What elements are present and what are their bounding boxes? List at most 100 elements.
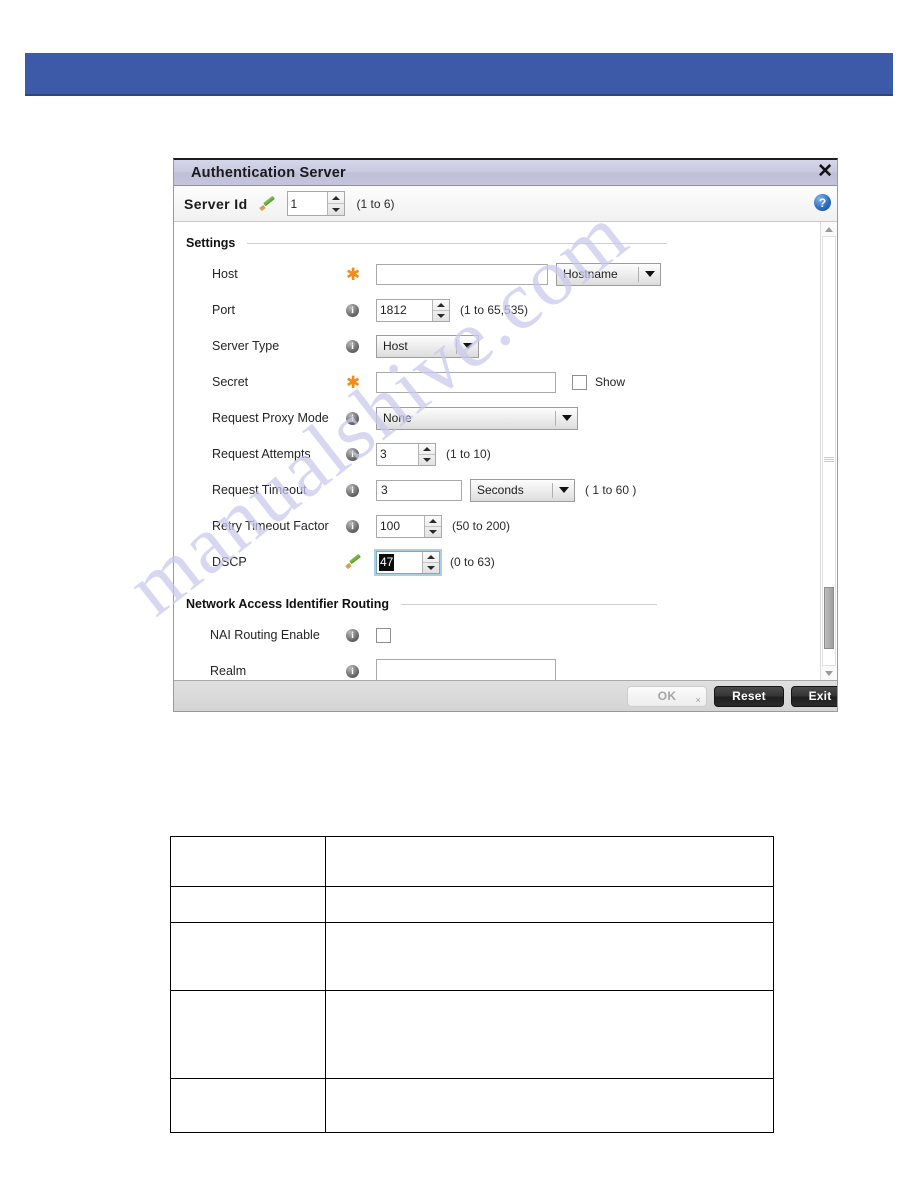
chevron-down-icon[interactable] — [553, 487, 574, 493]
port-stepper[interactable] — [376, 298, 450, 322]
close-icon[interactable]: ✕ — [817, 161, 833, 183]
table-row — [170, 990, 774, 1079]
port-spin-buttons[interactable] — [432, 299, 449, 321]
retry-timeout-factor-range-hint: (50 to 200) — [452, 519, 511, 533]
reference-table-body — [170, 836, 774, 1133]
section-divider — [401, 603, 657, 605]
host-type-dropdown[interactable]: Hostname — [556, 262, 661, 286]
port-input[interactable] — [377, 303, 432, 317]
field-row-secret: Secret ✱ Show — [186, 364, 837, 400]
spin-down-icon[interactable] — [328, 204, 344, 215]
table-cell-term — [170, 886, 326, 923]
retry-timeout-factor-stepper[interactable] — [376, 514, 442, 538]
request-attempts-input[interactable] — [377, 447, 418, 461]
server-id-spin-buttons[interactable] — [326, 192, 344, 215]
section-title-settings: Settings — [186, 236, 236, 250]
server-id-bar: Server Id (1 to 6) ? — [174, 186, 837, 222]
retry-timeout-factor-spin-buttons[interactable] — [424, 515, 441, 537]
secret-input[interactable] — [376, 371, 556, 393]
authentication-server-dialog: Authentication Server ✕ Server Id (1 to … — [173, 158, 838, 712]
info-icon: i — [346, 664, 359, 678]
spin-up-icon[interactable] — [425, 516, 441, 527]
retry-timeout-factor-input[interactable] — [377, 519, 424, 533]
spin-up-icon[interactable] — [433, 300, 449, 311]
dialog-body: Settings Host ✱ Hostname Port i 1812 (1 … — [174, 222, 837, 680]
server-id-input[interactable] — [287, 196, 327, 211]
nai-routing-enable-label: NAI Routing Enable — [210, 628, 320, 642]
scroll-up-button[interactable] — [821, 222, 837, 236]
host-input[interactable] — [376, 263, 548, 285]
spin-up-icon[interactable] — [423, 552, 439, 563]
spin-down-icon[interactable] — [433, 311, 449, 321]
show-secret-checkbox[interactable] — [572, 374, 587, 390]
spin-down-icon[interactable] — [425, 527, 441, 537]
server-type-label: Server Type — [212, 339, 280, 353]
reset-button[interactable]: Reset — [714, 685, 784, 707]
dscp-value[interactable]: 47 — [379, 553, 395, 571]
server-id-range-hint: (1 to 6) — [356, 196, 395, 211]
field-row-nai-routing-enable: NAI Routing Enable i — [186, 617, 837, 653]
field-row-host: Host ✱ Hostname — [186, 256, 837, 292]
request-timeout-input[interactable] — [376, 479, 462, 501]
vertical-scrollbar[interactable] — [820, 222, 837, 680]
spin-up-icon[interactable] — [419, 444, 435, 455]
section-header-settings: Settings — [186, 236, 837, 250]
reference-table — [170, 836, 774, 1133]
field-row-dscp: DSCP 47 (0 to 63) — [186, 544, 837, 580]
show-secret-label: Show — [595, 375, 626, 389]
table-row — [170, 836, 774, 887]
ok-button-label: OK — [657, 689, 677, 703]
chevron-down-icon[interactable] — [457, 343, 478, 349]
scrollbar-thumb[interactable] — [824, 587, 834, 649]
table-cell-term — [170, 1078, 326, 1133]
realm-input[interactable] — [376, 659, 556, 680]
info-icon: i — [346, 483, 359, 497]
reset-button-label: Reset — [732, 689, 766, 703]
nai-routing-enable-checkbox[interactable] — [376, 627, 391, 643]
secret-label: Secret — [212, 375, 249, 389]
dscp-spin-buttons[interactable] — [422, 551, 439, 573]
chevron-down-icon[interactable] — [556, 415, 577, 421]
info-icon: i — [346, 628, 359, 642]
spin-up-icon[interactable] — [327, 192, 344, 204]
dialog-footer: OK × Reset Exit — [174, 680, 837, 711]
realm-label: Realm — [210, 664, 247, 678]
scrollbar-track[interactable] — [822, 236, 836, 666]
scrollbar-grip-icon — [824, 457, 834, 463]
spin-down-icon[interactable] — [423, 563, 439, 573]
chevron-down-icon[interactable] — [639, 271, 660, 277]
table-cell-description — [325, 990, 774, 1079]
server-id-stepper[interactable] — [286, 191, 345, 216]
required-star-icon: ✱ — [346, 264, 361, 284]
help-icon[interactable]: ? — [814, 194, 831, 211]
info-icon: i — [346, 339, 359, 353]
exit-button[interactable]: Exit — [791, 685, 837, 707]
table-row — [170, 922, 774, 991]
request-proxy-mode-dropdown[interactable]: None — [376, 406, 578, 430]
field-row-realm: Realm i — [186, 653, 837, 680]
ok-button[interactable]: OK × — [627, 685, 707, 707]
host-label: Host — [212, 267, 238, 281]
scroll-down-button[interactable] — [821, 666, 837, 680]
table-cell-description — [325, 1078, 774, 1133]
field-row-retry-timeout-factor: Retry Timeout Factor i (50 to 200) — [186, 508, 837, 544]
dscp-marker — [346, 555, 376, 569]
request-timeout-marker: i — [346, 483, 376, 497]
exit-button-label: Exit — [808, 689, 832, 703]
spin-down-icon[interactable] — [419, 455, 435, 465]
document-header-banner — [25, 53, 893, 96]
request-attempts-stepper[interactable] — [376, 442, 436, 466]
server-id-label: Server Id — [184, 195, 248, 212]
retry-timeout-factor-label: Retry Timeout Factor — [212, 519, 329, 533]
request-attempts-spin-buttons[interactable] — [418, 443, 435, 465]
table-row — [170, 1078, 774, 1133]
nai-routing-enable-marker: i — [346, 628, 376, 642]
request-timeout-unit-dropdown[interactable]: Seconds — [470, 478, 575, 502]
request-attempts-range-hint: (1 to 10) — [446, 447, 491, 461]
section-divider — [247, 242, 667, 244]
server-type-dropdown[interactable]: Host — [376, 334, 479, 358]
request-proxy-mode-value: None — [383, 411, 412, 425]
ok-button-badge-icon: × — [695, 694, 701, 705]
table-cell-term — [170, 990, 326, 1079]
dscp-stepper[interactable]: 47 — [374, 548, 442, 576]
